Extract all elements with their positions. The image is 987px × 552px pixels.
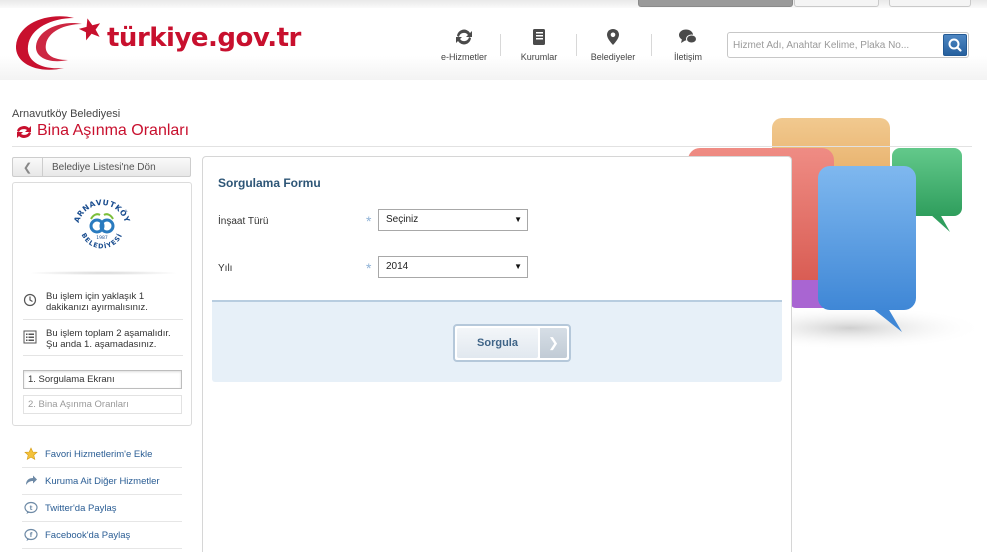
link-label: Twitter'da Paylaş — [45, 503, 117, 514]
search-button[interactable] — [943, 34, 967, 56]
page-root: türkiye.gov.tr e-Hizmetler Kurumlar Bele… — [0, 0, 987, 552]
municipality-name: Arnavutköy Belediyesi — [12, 108, 121, 120]
duration-info-text: Bu işlem için yaklaşık 1 dakikanızı ayır… — [46, 291, 148, 313]
nav-label: Belediyeler — [590, 52, 636, 62]
page-title-text: Bina Aşınma Oranları — [37, 122, 190, 139]
curved-arrow-icon — [26, 475, 37, 485]
sidebar-divider — [23, 319, 183, 320]
nav-iletisim[interactable]: İletişim — [657, 28, 719, 62]
link-label: Facebook'da Paylaş — [45, 530, 131, 541]
clock-icon — [23, 293, 37, 307]
twitter-icon: t — [24, 501, 38, 514]
top-tab-1[interactable] — [638, 0, 793, 7]
top-tab-3[interactable] — [889, 0, 971, 7]
nav-e-hizmetler[interactable]: e-Hizmetler — [433, 28, 495, 62]
svg-text:t: t — [30, 505, 33, 512]
insaat-turu-label: İnşaat Türü — [218, 216, 269, 227]
chevron-right-icon: ❯ — [540, 328, 567, 358]
form-action-area: Sorgula ❯ — [212, 302, 782, 382]
municipality-emblem-icon: ARNAVUTKÖY BELEDİYESİ 1987 — [72, 198, 132, 251]
sidebar-divider — [23, 355, 183, 356]
search-input[interactable] — [728, 33, 942, 57]
caret-down-icon: ▼ — [514, 262, 522, 271]
share-facebook-link[interactable]: f Facebook'da Paylaş — [22, 522, 182, 549]
top-tab-2[interactable] — [794, 0, 879, 7]
sorgula-button[interactable]: Sorgula ❯ — [453, 324, 571, 362]
query-form-panel: Sorgulama Formu İnşaat Türü * Seçiniz ▼ … — [202, 156, 792, 552]
chat-bubbles-icon — [679, 29, 697, 44]
search-box — [727, 32, 969, 58]
sidebar-panel: ARNAVUTKÖY BELEDİYESİ 1987 Bu işlem için… — [12, 182, 192, 426]
step-sorgulama-ekrani[interactable]: 1. Sorgulama Ekranı — [23, 370, 182, 389]
share-twitter-link[interactable]: t Twitter'da Paylaş — [22, 495, 182, 522]
emblem-top-text: ARNAVUTKÖY — [72, 198, 131, 224]
back-button-label: Belediye Listesi'ne Dön — [52, 162, 156, 173]
nav-divider — [500, 34, 501, 56]
book-icon — [533, 29, 545, 45]
crescent-star-logo-icon — [15, 16, 101, 70]
title-divider — [12, 146, 972, 147]
logo-text: türkiye.gov.tr — [107, 23, 301, 53]
form-title: Sorgulama Formu — [218, 176, 321, 190]
required-marker: * — [366, 213, 372, 229]
nav-divider — [576, 34, 577, 56]
nav-divider — [651, 34, 652, 56]
nav-belediyeler[interactable]: Belediyeler — [582, 28, 644, 62]
star-icon — [24, 447, 38, 461]
yil-label: Yılı — [218, 263, 233, 274]
sorgula-button-label: Sorgula — [457, 328, 538, 358]
emblem-shadow — [31, 271, 176, 275]
svg-text:f: f — [30, 532, 33, 539]
page-title: Bina Aşınma Oranları — [14, 122, 189, 140]
refresh-icon — [17, 125, 31, 138]
site-logo[interactable]: türkiye.gov.tr — [12, 8, 312, 74]
refresh-icon — [456, 29, 472, 45]
add-to-favorites-link[interactable]: Favori Hizmetlerim'e Ekle — [22, 441, 182, 468]
facebook-icon: f — [24, 528, 38, 541]
search-icon — [948, 38, 962, 52]
caret-down-icon: ▼ — [514, 215, 522, 224]
chevron-left-icon: ❮ — [13, 158, 43, 176]
link-label: Favori Hizmetlerim'e Ekle — [45, 449, 153, 460]
step-bina-asinma-oranlari: 2. Bina Aşınma Oranları — [23, 395, 182, 414]
required-marker: * — [366, 260, 372, 276]
link-label: Kuruma Ait Diğer Hizmetler — [45, 476, 160, 487]
emblem-bottom-text: BELEDİYESİ — [80, 232, 124, 251]
nav-label: İletişim — [673, 52, 702, 62]
list-icon — [23, 330, 37, 344]
yil-select[interactable]: 2014 ▼ — [378, 256, 528, 278]
svg-text:BELEDİYESİ: BELEDİYESİ — [80, 232, 125, 251]
insaat-turu-select[interactable]: Seçiniz ▼ — [378, 209, 528, 231]
back-to-municipality-list-button[interactable]: ❮ Belediye Listesi'ne Dön — [12, 157, 191, 177]
other-services-link[interactable]: Kuruma Ait Diğer Hizmetler — [22, 468, 182, 495]
nav-label: Kurumlar — [520, 52, 558, 62]
nav-label: e-Hizmetler — [440, 52, 487, 62]
svg-text:ARNAVUTKÖY: ARNAVUTKÖY — [72, 198, 132, 224]
steps-info-text: Bu işlem toplam 2 aşamalıdır. Şu anda 1.… — [46, 328, 171, 350]
emblem-year: 1987 — [96, 235, 108, 241]
select-value: 2014 — [386, 261, 409, 272]
select-value: Seçiniz — [386, 214, 419, 225]
nav-kurumlar[interactable]: Kurumlar — [508, 28, 570, 62]
site-header: türkiye.gov.tr e-Hizmetler Kurumlar Bele… — [0, 0, 987, 80]
map-pin-icon — [607, 29, 619, 45]
